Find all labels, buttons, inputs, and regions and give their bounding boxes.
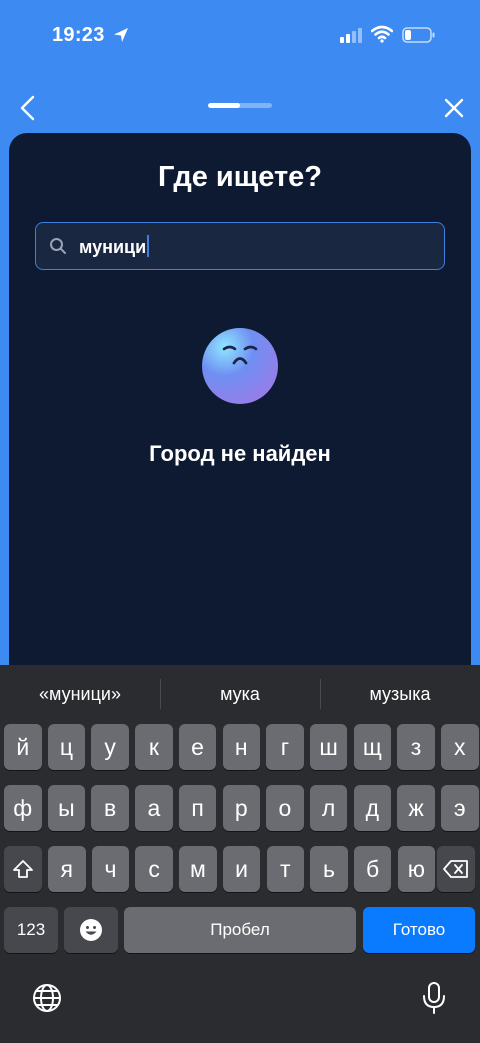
key-к[interactable]: к [135,724,173,770]
key-д[interactable]: д [353,785,392,831]
content-card [9,133,471,693]
key-щ[interactable]: щ [353,724,392,770]
done-key[interactable]: Готово [363,907,475,953]
key-г[interactable]: г [266,724,304,770]
page-title: Где ищете? [157,161,323,193]
search-input[interactable]: муници [35,222,445,270]
search-icon [50,238,66,254]
globe-icon[interactable] [32,983,62,1013]
suggestion-2[interactable]: мука [160,665,320,723]
close-icon [444,98,464,118]
key-е[interactable]: е [178,724,217,770]
battery-icon [402,27,435,43]
key-ь[interactable]: ь [310,846,348,892]
key-я[interactable]: я [48,846,86,892]
microphone-icon[interactable] [422,981,446,1015]
key-ж[interactable]: ж [397,785,435,831]
emoji-icon [80,919,102,941]
key-в[interactable]: в [91,785,129,831]
key-п[interactable]: п [178,785,217,831]
key-з[interactable]: з [397,724,435,770]
backspace-icon [443,860,468,878]
key-р[interactable]: р [222,785,260,831]
emoji-key[interactable] [64,907,118,953]
key-ы[interactable]: ы [47,785,86,831]
suggestion-3[interactable]: музыка [320,665,480,723]
suggestion-bar: «муници» мука музыка [0,665,480,723]
key-и[interactable]: и [222,846,261,892]
status-bar: 19:23 [0,0,480,70]
key-м[interactable]: м [179,846,217,892]
key-ч[interactable]: ч [91,846,130,892]
key-л[interactable]: л [309,785,348,831]
key-ю[interactable]: ю [397,846,436,892]
progress-indicator [208,103,272,108]
key-о[interactable]: о [266,785,304,831]
shift-key[interactable] [4,846,42,892]
search-value: муници [79,235,150,258]
shift-icon [13,860,33,878]
progress-fill [208,103,240,108]
suggestion-1[interactable]: «муници» [0,665,160,723]
key-ш[interactable]: ш [309,724,348,770]
key-э[interactable]: э [441,785,479,831]
back-button[interactable] [12,90,44,126]
chevron-left-icon [20,95,35,121]
key-х[interactable]: х [441,724,479,770]
key-б[interactable]: б [353,846,392,892]
key-н[interactable]: н [222,724,260,770]
signal-icon [340,28,362,43]
sleepy-face-icon [202,328,278,404]
empty-state-text: Город не найден [149,441,331,466]
status-time: 19:23 [52,24,105,46]
key-т[interactable]: т [266,846,304,892]
key-а[interactable]: а [135,785,173,831]
key-с[interactable]: с [135,846,173,892]
key-ф[interactable]: ф [4,785,42,831]
location-arrow-icon [114,28,128,42]
space-key[interactable]: Пробел [124,907,356,953]
key-й[interactable]: й [4,724,42,770]
keyboard: «муници» мука музыка йцукенгшщзх фывапрол… [0,665,480,1043]
close-button[interactable] [436,90,472,126]
numbers-key[interactable]: 123 [4,907,58,953]
key-у[interactable]: у [91,724,129,770]
key-ц[interactable]: ц [47,724,86,770]
text-caret [147,235,150,257]
wifi-icon [371,25,393,43]
delete-key[interactable] [437,846,475,892]
